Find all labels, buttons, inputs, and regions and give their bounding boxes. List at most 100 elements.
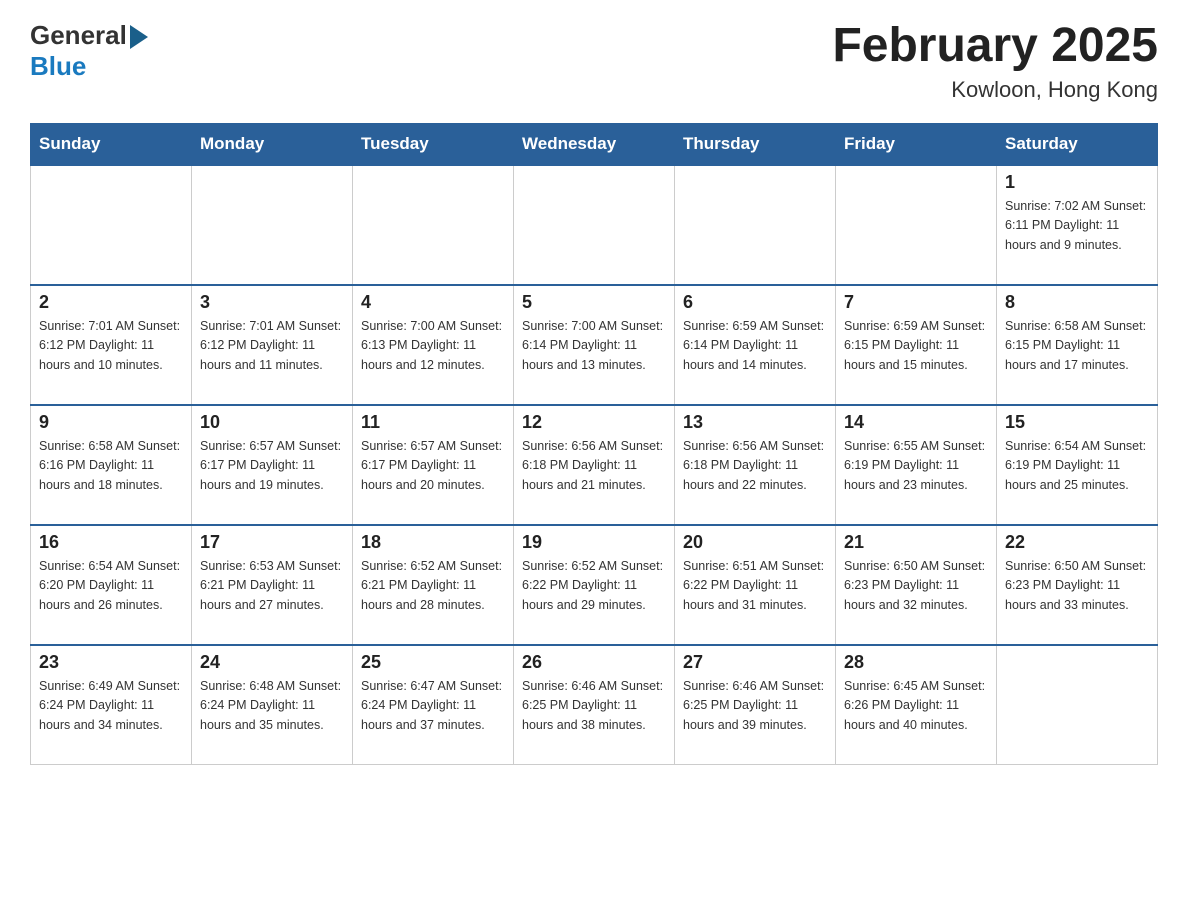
day-info: Sunrise: 6:57 AM Sunset: 6:17 PM Dayligh… bbox=[200, 437, 344, 495]
day-number: 22 bbox=[1005, 532, 1149, 553]
weekday-header-wednesday: Wednesday bbox=[514, 123, 675, 165]
calendar-cell: 17 Sunrise: 6:53 AM Sunset: 6:21 PM Dayli… bbox=[192, 525, 353, 645]
day-number: 26 bbox=[522, 652, 666, 673]
day-info: Sunrise: 6:56 AM Sunset: 6:18 PM Dayligh… bbox=[522, 437, 666, 495]
calendar-title: February 2025 bbox=[832, 20, 1158, 73]
day-number: 25 bbox=[361, 652, 505, 673]
week-row-5: 23 Sunrise: 6:49 AM Sunset: 6:24 PM Dayli… bbox=[31, 645, 1158, 765]
day-number: 7 bbox=[844, 292, 988, 313]
logo-general-text: General bbox=[30, 20, 127, 51]
calendar-cell: 25 Sunrise: 6:47 AM Sunset: 6:24 PM Dayli… bbox=[353, 645, 514, 765]
day-number: 10 bbox=[200, 412, 344, 433]
day-info: Sunrise: 7:00 AM Sunset: 6:13 PM Dayligh… bbox=[361, 317, 505, 375]
logo-blue-text: Blue bbox=[30, 51, 86, 82]
day-number: 9 bbox=[39, 412, 183, 433]
day-info: Sunrise: 6:51 AM Sunset: 6:22 PM Dayligh… bbox=[683, 557, 827, 615]
day-info: Sunrise: 6:50 AM Sunset: 6:23 PM Dayligh… bbox=[1005, 557, 1149, 615]
day-number: 6 bbox=[683, 292, 827, 313]
day-number: 11 bbox=[361, 412, 505, 433]
weekday-header-sunday: Sunday bbox=[31, 123, 192, 165]
calendar-cell bbox=[514, 165, 675, 285]
day-info: Sunrise: 6:58 AM Sunset: 6:15 PM Dayligh… bbox=[1005, 317, 1149, 375]
weekday-header-saturday: Saturday bbox=[997, 123, 1158, 165]
weekday-header-tuesday: Tuesday bbox=[353, 123, 514, 165]
day-info: Sunrise: 7:02 AM Sunset: 6:11 PM Dayligh… bbox=[1005, 197, 1149, 255]
calendar-cell bbox=[836, 165, 997, 285]
calendar-cell: 10 Sunrise: 6:57 AM Sunset: 6:17 PM Dayli… bbox=[192, 405, 353, 525]
calendar-cell bbox=[353, 165, 514, 285]
day-info: Sunrise: 6:50 AM Sunset: 6:23 PM Dayligh… bbox=[844, 557, 988, 615]
calendar-cell: 27 Sunrise: 6:46 AM Sunset: 6:25 PM Dayli… bbox=[675, 645, 836, 765]
calendar-cell: 23 Sunrise: 6:49 AM Sunset: 6:24 PM Dayli… bbox=[31, 645, 192, 765]
day-number: 8 bbox=[1005, 292, 1149, 313]
calendar-cell: 2Sunrise: 7:01 AM Sunset: 6:12 PM Daylig… bbox=[31, 285, 192, 405]
day-info: Sunrise: 6:46 AM Sunset: 6:25 PM Dayligh… bbox=[522, 677, 666, 735]
weekday-header-thursday: Thursday bbox=[675, 123, 836, 165]
day-number: 16 bbox=[39, 532, 183, 553]
day-info: Sunrise: 7:01 AM Sunset: 6:12 PM Dayligh… bbox=[200, 317, 344, 375]
day-info: Sunrise: 6:56 AM Sunset: 6:18 PM Dayligh… bbox=[683, 437, 827, 495]
day-number: 12 bbox=[522, 412, 666, 433]
calendar-cell: 14Sunrise: 6:55 AM Sunset: 6:19 PM Dayli… bbox=[836, 405, 997, 525]
day-number: 4 bbox=[361, 292, 505, 313]
calendar-cell: 1 Sunrise: 7:02 AM Sunset: 6:11 PM Daylig… bbox=[997, 165, 1158, 285]
calendar-subtitle: Kowloon, Hong Kong bbox=[832, 77, 1158, 103]
calendar-cell: 20 Sunrise: 6:51 AM Sunset: 6:22 PM Dayli… bbox=[675, 525, 836, 645]
calendar-cell: 28Sunrise: 6:45 AM Sunset: 6:26 PM Dayli… bbox=[836, 645, 997, 765]
day-number: 23 bbox=[39, 652, 183, 673]
day-number: 21 bbox=[844, 532, 988, 553]
calendar-cell: 12 Sunrise: 6:56 AM Sunset: 6:18 PM Dayli… bbox=[514, 405, 675, 525]
day-info: Sunrise: 6:49 AM Sunset: 6:24 PM Dayligh… bbox=[39, 677, 183, 735]
day-info: Sunrise: 6:57 AM Sunset: 6:17 PM Dayligh… bbox=[361, 437, 505, 495]
calendar-cell: 9 Sunrise: 6:58 AM Sunset: 6:16 PM Daylig… bbox=[31, 405, 192, 525]
day-info: Sunrise: 7:00 AM Sunset: 6:14 PM Dayligh… bbox=[522, 317, 666, 375]
calendar-cell: 13Sunrise: 6:56 AM Sunset: 6:18 PM Dayli… bbox=[675, 405, 836, 525]
week-row-2: 2Sunrise: 7:01 AM Sunset: 6:12 PM Daylig… bbox=[31, 285, 1158, 405]
day-info: Sunrise: 6:46 AM Sunset: 6:25 PM Dayligh… bbox=[683, 677, 827, 735]
week-row-4: 16 Sunrise: 6:54 AM Sunset: 6:20 PM Dayli… bbox=[31, 525, 1158, 645]
calendar-cell: 6Sunrise: 6:59 AM Sunset: 6:14 PM Daylig… bbox=[675, 285, 836, 405]
calendar-cell bbox=[192, 165, 353, 285]
weekday-header-friday: Friday bbox=[836, 123, 997, 165]
day-info: Sunrise: 6:53 AM Sunset: 6:21 PM Dayligh… bbox=[200, 557, 344, 615]
calendar-cell: 21 Sunrise: 6:50 AM Sunset: 6:23 PM Dayli… bbox=[836, 525, 997, 645]
day-number: 17 bbox=[200, 532, 344, 553]
calendar-cell: 8 Sunrise: 6:58 AM Sunset: 6:15 PM Daylig… bbox=[997, 285, 1158, 405]
logo-triangle-icon bbox=[130, 25, 148, 49]
day-number: 15 bbox=[1005, 412, 1149, 433]
day-info: Sunrise: 6:47 AM Sunset: 6:24 PM Dayligh… bbox=[361, 677, 505, 735]
calendar-cell: 22 Sunrise: 6:50 AM Sunset: 6:23 PM Dayli… bbox=[997, 525, 1158, 645]
calendar-cell: 4 Sunrise: 7:00 AM Sunset: 6:13 PM Daylig… bbox=[353, 285, 514, 405]
day-info: Sunrise: 6:54 AM Sunset: 6:20 PM Dayligh… bbox=[39, 557, 183, 615]
calendar-cell: 11 Sunrise: 6:57 AM Sunset: 6:17 PM Dayli… bbox=[353, 405, 514, 525]
calendar-cell: 3 Sunrise: 7:01 AM Sunset: 6:12 PM Daylig… bbox=[192, 285, 353, 405]
calendar-cell: 19Sunrise: 6:52 AM Sunset: 6:22 PM Dayli… bbox=[514, 525, 675, 645]
day-number: 19 bbox=[522, 532, 666, 553]
day-info: Sunrise: 6:58 AM Sunset: 6:16 PM Dayligh… bbox=[39, 437, 183, 495]
calendar-cell: 24 Sunrise: 6:48 AM Sunset: 6:24 PM Dayli… bbox=[192, 645, 353, 765]
calendar-cell bbox=[997, 645, 1158, 765]
day-number: 18 bbox=[361, 532, 505, 553]
week-row-3: 9 Sunrise: 6:58 AM Sunset: 6:16 PM Daylig… bbox=[31, 405, 1158, 525]
day-number: 3 bbox=[200, 292, 344, 313]
weekday-header-row: SundayMondayTuesdayWednesdayThursdayFrid… bbox=[31, 123, 1158, 165]
weekday-header-monday: Monday bbox=[192, 123, 353, 165]
calendar-cell: 16 Sunrise: 6:54 AM Sunset: 6:20 PM Dayli… bbox=[31, 525, 192, 645]
day-info: Sunrise: 6:48 AM Sunset: 6:24 PM Dayligh… bbox=[200, 677, 344, 735]
title-area: February 2025 Kowloon, Hong Kong bbox=[832, 20, 1158, 103]
calendar-cell: 15 Sunrise: 6:54 AM Sunset: 6:19 PM Dayli… bbox=[997, 405, 1158, 525]
day-number: 24 bbox=[200, 652, 344, 673]
day-number: 1 bbox=[1005, 172, 1149, 193]
calendar-table: SundayMondayTuesdayWednesdayThursdayFrid… bbox=[30, 123, 1158, 766]
day-number: 5 bbox=[522, 292, 666, 313]
day-number: 20 bbox=[683, 532, 827, 553]
calendar-cell: 7Sunrise: 6:59 AM Sunset: 6:15 PM Daylig… bbox=[836, 285, 997, 405]
day-number: 27 bbox=[683, 652, 827, 673]
calendar-cell: 18Sunrise: 6:52 AM Sunset: 6:21 PM Dayli… bbox=[353, 525, 514, 645]
calendar-cell: 26 Sunrise: 6:46 AM Sunset: 6:25 PM Dayli… bbox=[514, 645, 675, 765]
page-header: General Blue February 2025 Kowloon, Hong… bbox=[30, 20, 1158, 103]
day-info: Sunrise: 7:01 AM Sunset: 6:12 PM Dayligh… bbox=[39, 317, 183, 375]
day-number: 28 bbox=[844, 652, 988, 673]
calendar-cell bbox=[675, 165, 836, 285]
day-info: Sunrise: 6:54 AM Sunset: 6:19 PM Dayligh… bbox=[1005, 437, 1149, 495]
